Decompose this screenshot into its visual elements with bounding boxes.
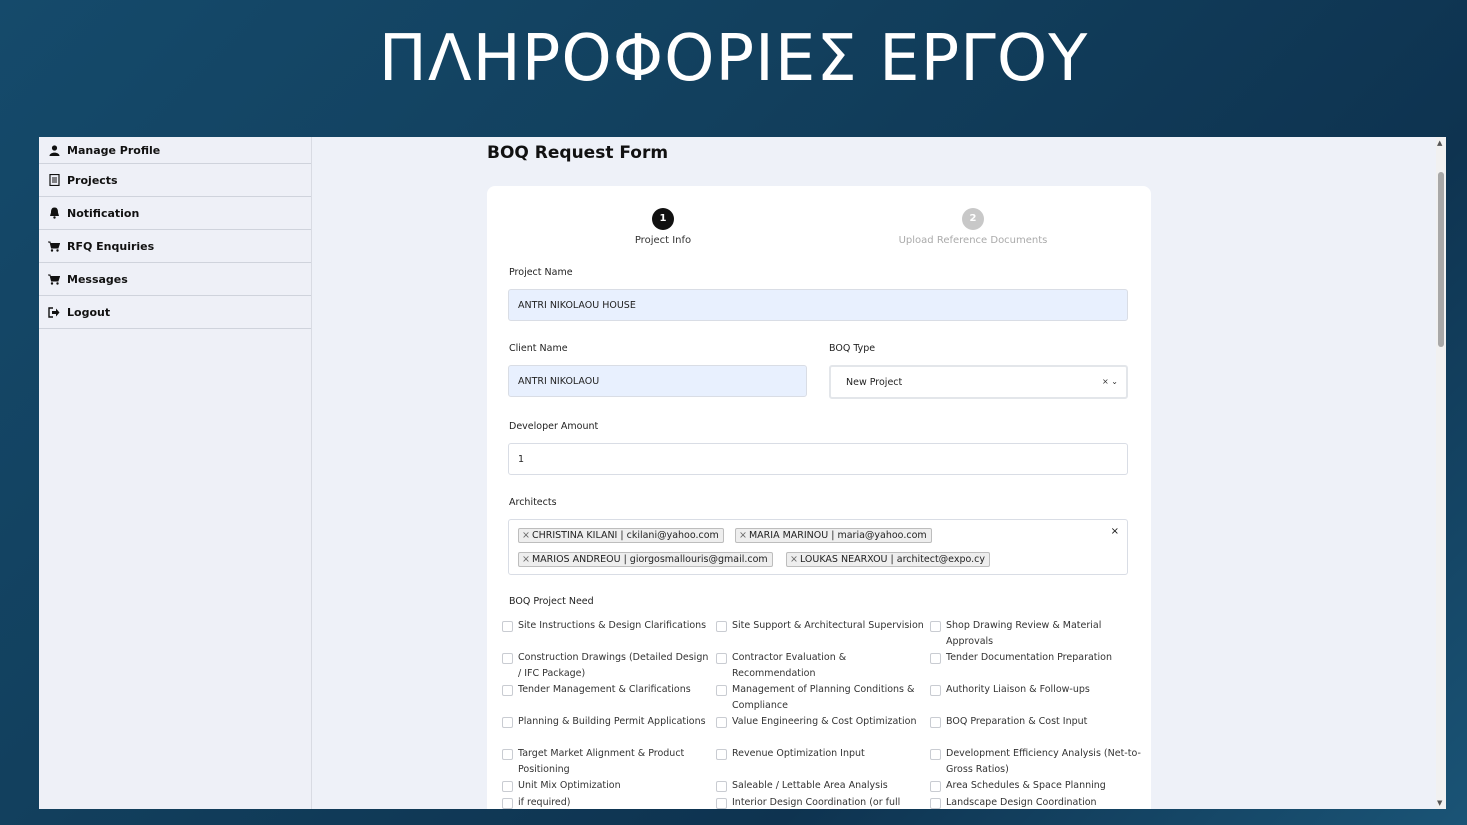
checkbox[interactable] <box>930 749 941 760</box>
architects-label: Architects <box>509 497 557 508</box>
logout-icon <box>47 306 61 318</box>
scroll-up-icon[interactable]: ▲ <box>1437 139 1442 147</box>
page-title: BOQ Request Form <box>487 143 669 163</box>
checkbox[interactable] <box>930 798 941 809</box>
checkbox[interactable] <box>930 685 941 696</box>
sidebar-item-label: Manage Profile <box>67 143 161 157</box>
checkbox[interactable] <box>930 781 941 792</box>
project-need-option[interactable]: Value Engineering & Cost Optimization <box>716 714 928 730</box>
sidebar-item-label: Logout <box>67 305 111 319</box>
architects-multiselect[interactable]: × CHRISTINA KILANI | ckilani@yahoo.com × M… <box>508 519 1128 575</box>
project-need-option[interactable]: Saleable / Lettable Area Analysis <box>716 778 928 794</box>
boq-type-value: New Project <box>846 376 903 388</box>
project-need-option[interactable]: if required) <box>502 795 714 809</box>
checkbox[interactable] <box>502 653 513 664</box>
clear-and-chevron-icon[interactable]: × ⌄ <box>1102 377 1118 386</box>
sidebar-item-projects[interactable]: Projects <box>39 164 311 197</box>
bell-icon <box>47 207 61 219</box>
project-need-option[interactable]: Development Efficiency Analysis (Net-to-… <box>930 746 1142 778</box>
boq-type-label: BOQ Type <box>829 343 876 354</box>
document-icon <box>47 174 61 186</box>
architect-tag[interactable]: × MARIOS ANDREOU | giorgosmallouris@gmail… <box>518 552 773 567</box>
project-need-option[interactable]: Tender Documentation Preparation <box>930 650 1142 666</box>
checkbox[interactable] <box>716 717 727 728</box>
project-need-option[interactable]: Site Support & Architectural Supervision <box>716 618 928 634</box>
checkbox[interactable] <box>716 653 727 664</box>
step-label: Project Info <box>634 235 692 246</box>
step-label: Upload Reference Documents <box>898 235 1048 246</box>
developer-amount-label: Developer Amount <box>509 421 599 432</box>
boq-type-select[interactable]: New Project × ⌄ <box>829 365 1128 399</box>
remove-tag-icon[interactable]: × <box>739 530 747 541</box>
checkbox[interactable] <box>716 685 727 696</box>
slide-title: ΠΛΗΡΟΦΟΡΙΕΣ ΕΡΓΟΥ <box>378 22 1089 96</box>
step-project-info[interactable]: 1 Project Info <box>573 208 753 246</box>
checkbox[interactable] <box>502 749 513 760</box>
sidebar-item-manage-profile[interactable]: Manage Profile <box>39 137 311 164</box>
checkbox[interactable] <box>502 798 513 809</box>
step-upload-documents[interactable]: 2 Upload Reference Documents <box>883 208 1063 246</box>
main-content: BOQ Request Form 1 Project Info 2 Upload… <box>312 137 1436 809</box>
project-need-option[interactable]: Revenue Optimization Input <box>716 746 928 762</box>
project-need-option[interactable]: BOQ Preparation & Cost Input <box>930 714 1142 730</box>
sidebar-item-label: Projects <box>67 173 118 187</box>
project-need-option[interactable]: Authority Liaison & Follow-ups <box>930 682 1142 698</box>
vertical-scrollbar[interactable]: ▲ ▼ <box>1436 137 1446 809</box>
checkbox[interactable] <box>930 653 941 664</box>
sidebar-item-rfq-enquiries[interactable]: RFQ Enquiries <box>39 230 311 263</box>
checkbox[interactable] <box>930 717 941 728</box>
project-need-option[interactable]: Area Schedules & Space Planning <box>930 778 1142 794</box>
scroll-down-icon[interactable]: ▼ <box>1437 799 1442 807</box>
step-number-badge: 2 <box>962 208 984 230</box>
remove-tag-icon[interactable]: × <box>522 554 530 565</box>
project-need-option[interactable]: Construction Drawings (Detailed Design /… <box>502 650 714 682</box>
project-need-option[interactable]: Interior Design Coordination (or full <box>716 795 928 809</box>
sidebar-item-notification[interactable]: Notification <box>39 197 311 230</box>
project-name-input[interactable]: ANTRI NIKOLAOU HOUSE <box>508 289 1128 321</box>
client-name-input[interactable]: ANTRI NIKOLAOU <box>508 365 807 397</box>
project-need-option[interactable]: Landscape Design Coordination <box>930 795 1142 809</box>
project-name-label: Project Name <box>509 267 573 278</box>
architect-tag[interactable]: × MARIA MARINOU | maria@yahoo.com <box>735 528 932 543</box>
checkbox[interactable] <box>502 717 513 728</box>
project-need-option[interactable]: Planning & Building Permit Applications <box>502 714 714 730</box>
project-need-option[interactable]: Management of Planning Conditions & Comp… <box>716 682 928 714</box>
architect-tag[interactable]: × CHRISTINA KILANI | ckilani@yahoo.com <box>518 528 724 543</box>
sidebar-item-label: RFQ Enquiries <box>67 239 155 253</box>
project-need-label: BOQ Project Need <box>509 596 594 607</box>
checkbox[interactable] <box>502 781 513 792</box>
clear-all-icon[interactable]: × <box>1111 526 1119 537</box>
checkbox[interactable] <box>716 749 727 760</box>
project-need-option[interactable]: Site Instructions & Design Clarification… <box>502 618 714 634</box>
sidebar: Manage Profile Projects Notification RFQ… <box>39 137 312 809</box>
project-need-option[interactable]: Unit Mix Optimization <box>502 778 714 794</box>
scrollbar-thumb[interactable] <box>1438 172 1444 347</box>
project-need-option[interactable]: Tender Management & Clarifications <box>502 682 714 698</box>
checkbox[interactable] <box>716 781 727 792</box>
project-need-option[interactable]: Target Market Alignment & Product Positi… <box>502 746 714 778</box>
checkbox[interactable] <box>930 621 941 632</box>
user-icon <box>47 144 61 156</box>
cart-icon <box>47 241 61 252</box>
step-number-badge: 1 <box>652 208 674 230</box>
sidebar-item-messages[interactable]: Messages <box>39 263 311 296</box>
checkbox[interactable] <box>716 798 727 809</box>
developer-amount-input[interactable]: 1 <box>508 443 1128 475</box>
form-card: 1 Project Info 2 Upload Reference Docume… <box>487 186 1151 809</box>
checkbox[interactable] <box>502 685 513 696</box>
app-screen: Manage Profile Projects Notification RFQ… <box>39 137 1446 809</box>
project-need-option[interactable]: Shop Drawing Review & Material Approvals <box>930 618 1142 650</box>
sidebar-item-label: Messages <box>67 272 128 286</box>
architect-tag[interactable]: × LOUKAS NEARXOU | architect@expo.cy <box>786 552 991 567</box>
cart-icon <box>47 274 61 285</box>
checkbox[interactable] <box>502 621 513 632</box>
remove-tag-icon[interactable]: × <box>522 530 530 541</box>
sidebar-item-label: Notification <box>67 206 140 220</box>
project-need-option[interactable]: Contractor Evaluation & Recommendation <box>716 650 928 682</box>
checkbox[interactable] <box>716 621 727 632</box>
sidebar-item-logout[interactable]: Logout <box>39 296 311 329</box>
remove-tag-icon[interactable]: × <box>790 554 798 565</box>
client-name-label: Client Name <box>509 343 568 354</box>
